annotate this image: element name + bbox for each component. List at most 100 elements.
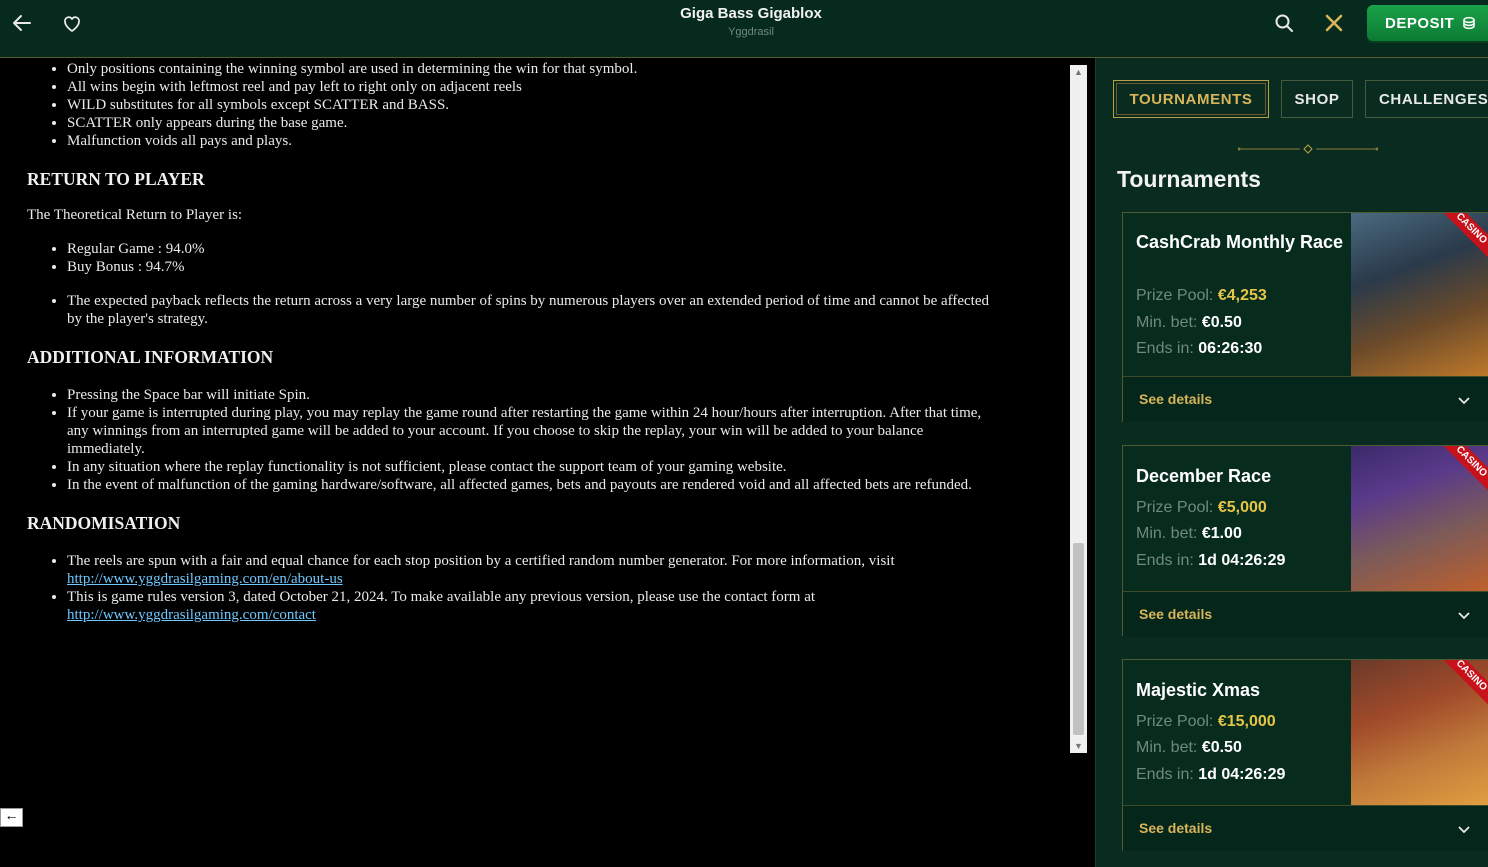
- min-bet: Min. bet: €0.50: [1136, 314, 1242, 332]
- game-title-block: Giga Bass Gigablox Yggdrasil: [600, 5, 902, 38]
- tournament-card: CashCrab Monthly Race Prize Pool: €4,253…: [1122, 212, 1488, 422]
- tab-challenges[interactable]: CHALLENGES: [1365, 80, 1488, 118]
- list-item: In any situation where the replay functi…: [67, 458, 998, 476]
- rtp-intro: The Theoretical Return to Player is:: [27, 207, 243, 223]
- close-icon[interactable]: [1323, 12, 1345, 34]
- chevron-down-icon[interactable]: [1457, 822, 1471, 836]
- list-item: The expected payback reflects the return…: [67, 292, 998, 328]
- version-text: This is game rules version 3, dated Octo…: [67, 589, 816, 605]
- side-panel: TOURNAMENTS SHOP CHALLENGES Tournaments …: [1095, 58, 1488, 867]
- prize-pool: Prize Pool: €4,253: [1136, 287, 1267, 305]
- prize-pool: Prize Pool: €5,000: [1136, 499, 1267, 517]
- see-details-link[interactable]: See details: [1139, 606, 1212, 622]
- top-bar: Giga Bass Gigablox Yggdrasil DEPOSIT: [0, 0, 1488, 58]
- ends-label: Ends in:: [1136, 766, 1194, 783]
- tournament-image: CASINO: [1351, 446, 1488, 591]
- tab-tournaments[interactable]: TOURNAMENTS: [1113, 80, 1269, 118]
- rtp-heading: RETURN TO PLAYER: [27, 169, 205, 189]
- tournament-image: CASINO: [1351, 660, 1488, 805]
- list-item: SCATTER only appears during the base gam…: [67, 114, 998, 132]
- rtp-note-list: The expected payback reflects the return…: [0, 292, 1068, 328]
- contact-link[interactable]: http://www.yggdrasilgaming.com/contact: [67, 607, 316, 623]
- prize-label: Prize Pool:: [1136, 713, 1214, 730]
- list-item: In the event of malfunction of the gamin…: [67, 476, 998, 494]
- ends-value: 1d 04:26:29: [1198, 552, 1286, 569]
- ends-label: Ends in:: [1136, 340, 1194, 357]
- min-bet: Min. bet: €0.50: [1136, 739, 1242, 757]
- additional-heading: ADDITIONAL INFORMATION: [27, 347, 274, 367]
- min-bet-label: Min. bet:: [1136, 739, 1198, 756]
- back-button[interactable]: ←: [0, 808, 23, 827]
- ends-value: 06:26:30: [1198, 340, 1263, 357]
- additional-list: Pressing the Space bar will initiate Spi…: [0, 386, 1068, 494]
- rules-scrollbar[interactable]: ▲ ▼: [1070, 65, 1087, 753]
- about-us-link[interactable]: http://www.yggdrasilgaming.com/en/about-…: [67, 571, 343, 587]
- list-item: Regular Game : 94.0%: [67, 240, 998, 258]
- list-item: The reels are spun with a fair and equal…: [67, 552, 998, 588]
- tournament-card: Majestic Xmas Prize Pool: €15,000 Min. b…: [1122, 659, 1488, 851]
- prize-label: Prize Pool:: [1136, 287, 1214, 304]
- list-item: Buy Bonus : 94.7%: [67, 258, 998, 276]
- tournament-name: December Race: [1136, 466, 1272, 486]
- coins-icon: [1463, 16, 1476, 30]
- tournament-name: CashCrab Monthly Race: [1136, 232, 1344, 252]
- casino-ribbon: CASINO: [1437, 446, 1488, 496]
- list-item: Only positions containing the winning sy…: [67, 60, 998, 78]
- tournaments-title: Tournaments: [1117, 166, 1261, 192]
- rules-list-general: Only positions containing the winning sy…: [0, 60, 1068, 150]
- tournament-image: CASINO: [1351, 213, 1488, 376]
- deposit-label: DEPOSIT: [1385, 14, 1455, 32]
- tournament-card: December Race Prize Pool: €5,000 Min. be…: [1122, 445, 1488, 637]
- list-item: WILD substitutes for all symbols except …: [67, 96, 998, 114]
- prize-label: Prize Pool:: [1136, 499, 1214, 516]
- randomisation-list: The reels are spun with a fair and equal…: [0, 552, 1068, 624]
- scroll-thumb[interactable]: [1073, 543, 1084, 735]
- casino-ribbon: CASINO: [1437, 660, 1488, 710]
- randomisation-heading: RANDOMISATION: [27, 513, 181, 533]
- min-bet-value: €1.00: [1201, 525, 1242, 542]
- list-item: This is game rules version 3, dated Octo…: [67, 588, 998, 624]
- ends-label: Ends in:: [1136, 552, 1194, 569]
- scroll-up-icon[interactable]: ▲: [1070, 65, 1087, 79]
- rng-text: The reels are spun with a fair and equal…: [67, 553, 895, 569]
- min-bet-value: €0.50: [1201, 314, 1242, 331]
- min-bet-label: Min. bet:: [1136, 525, 1198, 542]
- list-item: Pressing the Space bar will initiate Spi…: [67, 386, 998, 404]
- tab-label: CHALLENGES: [1379, 90, 1488, 108]
- chevron-down-icon[interactable]: [1457, 608, 1471, 622]
- divider-ornament: [1238, 144, 1378, 154]
- ends-in: Ends in: 06:26:30: [1136, 340, 1262, 358]
- tab-label: TOURNAMENTS: [1129, 90, 1253, 108]
- min-bet-value: €0.50: [1201, 739, 1242, 756]
- list-item: All wins begin with leftmost reel and pa…: [67, 78, 998, 96]
- deposit-button[interactable]: DEPOSIT: [1367, 5, 1488, 41]
- search-icon[interactable]: [1273, 12, 1295, 34]
- see-details-row[interactable]: See details: [1123, 591, 1488, 637]
- min-bet: Min. bet: €1.00: [1136, 525, 1242, 543]
- tournament-name: Majestic Xmas: [1136, 680, 1261, 700]
- see-details-link[interactable]: See details: [1139, 820, 1212, 836]
- ends-in: Ends in: 1d 04:26:29: [1136, 766, 1285, 784]
- heart-icon[interactable]: [61, 12, 83, 34]
- tab-shop[interactable]: SHOP: [1281, 80, 1353, 118]
- tab-label: SHOP: [1294, 90, 1340, 108]
- prize-value: €4,253: [1217, 287, 1267, 304]
- casino-ribbon: CASINO: [1437, 213, 1488, 263]
- list-item: Malfunction voids all pays and plays.: [67, 132, 998, 150]
- game-rules-panel: Only positions containing the winning sy…: [0, 58, 1068, 867]
- list-item: If your game is interrupted during play,…: [67, 404, 998, 458]
- ends-in: Ends in: 1d 04:26:29: [1136, 552, 1285, 570]
- game-title: Giga Bass Gigablox: [680, 5, 822, 22]
- see-details-row[interactable]: See details: [1123, 805, 1488, 851]
- see-details-row[interactable]: See details: [1123, 376, 1488, 422]
- back-arrow-icon[interactable]: [11, 12, 33, 34]
- scroll-down-icon[interactable]: ▼: [1070, 739, 1087, 753]
- rtp-list: Regular Game : 94.0% Buy Bonus : 94.7%: [0, 240, 1068, 276]
- game-provider: Yggdrasil: [728, 26, 774, 38]
- prize-value: €15,000: [1217, 713, 1276, 730]
- prize-value: €5,000: [1217, 499, 1267, 516]
- chevron-down-icon[interactable]: [1457, 393, 1471, 407]
- see-details-link[interactable]: See details: [1139, 391, 1212, 407]
- min-bet-label: Min. bet:: [1136, 314, 1198, 331]
- ends-value: 1d 04:26:29: [1198, 766, 1286, 783]
